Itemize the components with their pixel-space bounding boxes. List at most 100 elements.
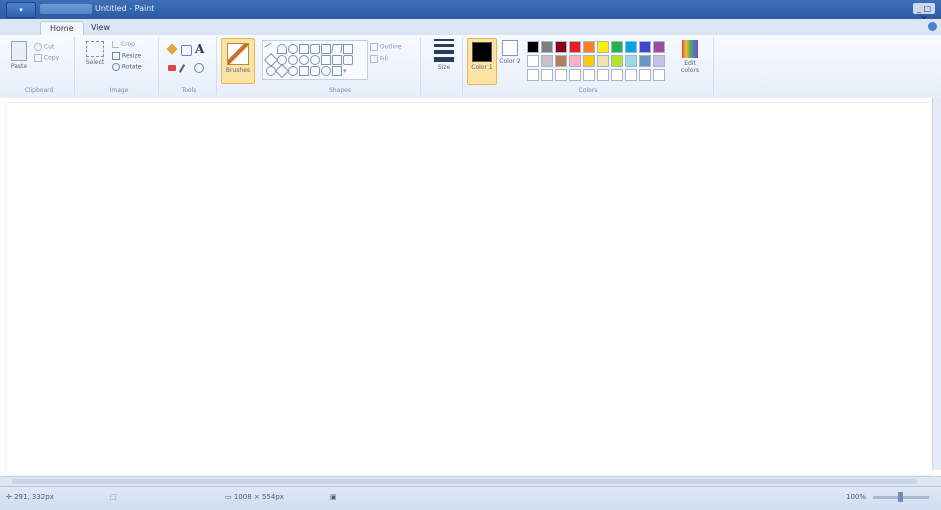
palette-swatch[interactable] (611, 55, 623, 67)
fill-icon (370, 55, 378, 63)
fill-dropdown[interactable]: Fill (370, 55, 388, 63)
color1-button[interactable]: Color 1 (467, 38, 497, 85)
edit-colors-label: Edit colors (681, 60, 699, 74)
palette-swatch[interactable] (569, 41, 581, 53)
zoom-slider-thumb[interactable] (898, 492, 903, 502)
title-bar: ▾ Untitled - Paint _ □ X (0, 0, 941, 24)
resize-icon (112, 52, 120, 60)
pencil-icon[interactable] (166, 43, 178, 55)
rotate-button[interactable]: Rotate (112, 63, 142, 71)
edit-colors-button[interactable]: Edit colors (675, 40, 705, 74)
zoom-level: 100% (845, 493, 866, 501)
tab-view[interactable]: View (82, 21, 119, 35)
status-bar: ✛ 291, 332px ⬚ ▭ 1008 × 554px ▣ 100% (0, 486, 941, 510)
magnifier-icon[interactable] (194, 63, 204, 73)
palette-swatch[interactable] (583, 41, 595, 53)
quick-access-toolbar[interactable] (40, 4, 92, 14)
custom-color-slot[interactable] (569, 69, 581, 81)
brushes-button[interactable]: Brushes (221, 38, 255, 84)
image-group-label: Image (109, 87, 129, 94)
tab-home[interactable]: Home (40, 21, 84, 36)
window-controls[interactable]: _ □ X (913, 3, 935, 24)
outline-dropdown[interactable]: Outline (370, 43, 402, 51)
file-size-icon: ▣ (330, 493, 337, 501)
crop-button[interactable]: Crop (112, 41, 135, 48)
palette-swatch[interactable] (653, 41, 665, 53)
palette-swatch[interactable] (555, 55, 567, 67)
paint-menu-button[interactable]: ▾ (6, 2, 36, 18)
copy-button[interactable]: Copy (34, 54, 59, 62)
curve-shape-icon[interactable] (277, 44, 287, 54)
eraser-icon[interactable] (168, 65, 176, 71)
custom-color-slot[interactable] (611, 69, 623, 81)
help-icon[interactable] (928, 22, 937, 31)
right-triangle-shape-icon[interactable] (343, 44, 353, 54)
palette-swatch[interactable] (583, 55, 595, 67)
palette-swatch[interactable] (625, 55, 637, 67)
palette-swatch[interactable] (597, 55, 609, 67)
hexagon-shape-icon[interactable] (288, 55, 298, 65)
palette-swatch[interactable] (653, 55, 665, 67)
lightning-shape-icon[interactable] (332, 66, 342, 76)
custom-color-slot[interactable] (583, 69, 595, 81)
paste-button[interactable]: Paste (8, 41, 30, 70)
palette-swatch[interactable] (527, 41, 539, 53)
clipboard-icon (11, 41, 27, 61)
triangle-shape-icon[interactable] (331, 44, 343, 53)
palette-swatch[interactable] (611, 41, 623, 53)
custom-color-slot[interactable] (541, 69, 553, 81)
drawing-canvas[interactable] (5, 102, 933, 476)
vertical-scrollbar[interactable] (932, 98, 941, 470)
palette-swatch[interactable] (541, 41, 553, 53)
polygon-shape-icon[interactable] (321, 44, 331, 54)
palette-swatch[interactable] (541, 55, 553, 67)
custom-color-slot[interactable] (527, 69, 539, 81)
horizontal-scroll-thumb[interactable] (12, 479, 917, 484)
clipboard-group-label: Clipboard (24, 87, 54, 94)
oval-shape-icon[interactable] (288, 44, 298, 54)
rectangle-shape-icon[interactable] (299, 44, 309, 54)
tools-group: A Tools (162, 37, 217, 95)
custom-color-slot[interactable] (625, 69, 637, 81)
brushes-label: Brushes (225, 67, 251, 74)
resize-label: Resize (121, 52, 142, 60)
palette-swatch[interactable] (639, 55, 651, 67)
window-title: Untitled - Paint (95, 4, 155, 13)
custom-color-slot[interactable] (653, 69, 665, 81)
star-shape-icon[interactable] (343, 55, 353, 65)
callout-round-shape-icon[interactable] (288, 66, 298, 76)
palette-swatch[interactable] (639, 41, 651, 53)
color-picker-icon[interactable] (178, 64, 186, 73)
palette-swatch[interactable] (597, 41, 609, 53)
text-tool-icon[interactable]: A (195, 42, 204, 56)
select-button[interactable]: Select (84, 41, 106, 66)
fill-label: Fill (379, 55, 388, 63)
palette-swatch[interactable] (555, 41, 567, 53)
callout-cloud-shape-icon[interactable] (310, 66, 320, 76)
palette-swatch[interactable] (625, 41, 637, 53)
arrow-right-shape-icon[interactable] (299, 55, 309, 65)
palette-swatch[interactable] (569, 55, 581, 67)
resize-button[interactable]: Resize (112, 52, 141, 60)
color2-button[interactable]: Color 2 (499, 40, 521, 65)
scissors-icon (34, 43, 42, 51)
crosshair-icon: ✛ (6, 493, 15, 501)
line-size-icon (434, 39, 454, 62)
clipboard-group: Paste Cut Copy Clipboard (4, 37, 75, 95)
callout-rect-shape-icon[interactable] (299, 66, 309, 76)
arrow-down-shape-icon[interactable] (332, 55, 342, 65)
cut-button[interactable]: Cut (34, 43, 54, 51)
size-button[interactable]: Size (432, 39, 456, 71)
custom-color-slot[interactable] (597, 69, 609, 81)
arrow-left-shape-icon[interactable] (310, 55, 320, 65)
custom-color-slot[interactable] (639, 69, 651, 81)
color-wheel-icon (682, 40, 698, 58)
palette-swatch[interactable] (527, 55, 539, 67)
shapes-scroll-icon[interactable]: ▾ (343, 66, 351, 75)
rounded-rectangle-shape-icon[interactable] (310, 44, 320, 54)
heart-shape-icon[interactable] (321, 66, 331, 76)
arrow-up-shape-icon[interactable] (321, 55, 331, 65)
app-menu-label: ▾ (19, 6, 23, 14)
custom-color-slot[interactable] (555, 69, 567, 81)
fill-bucket-icon[interactable] (181, 45, 192, 56)
